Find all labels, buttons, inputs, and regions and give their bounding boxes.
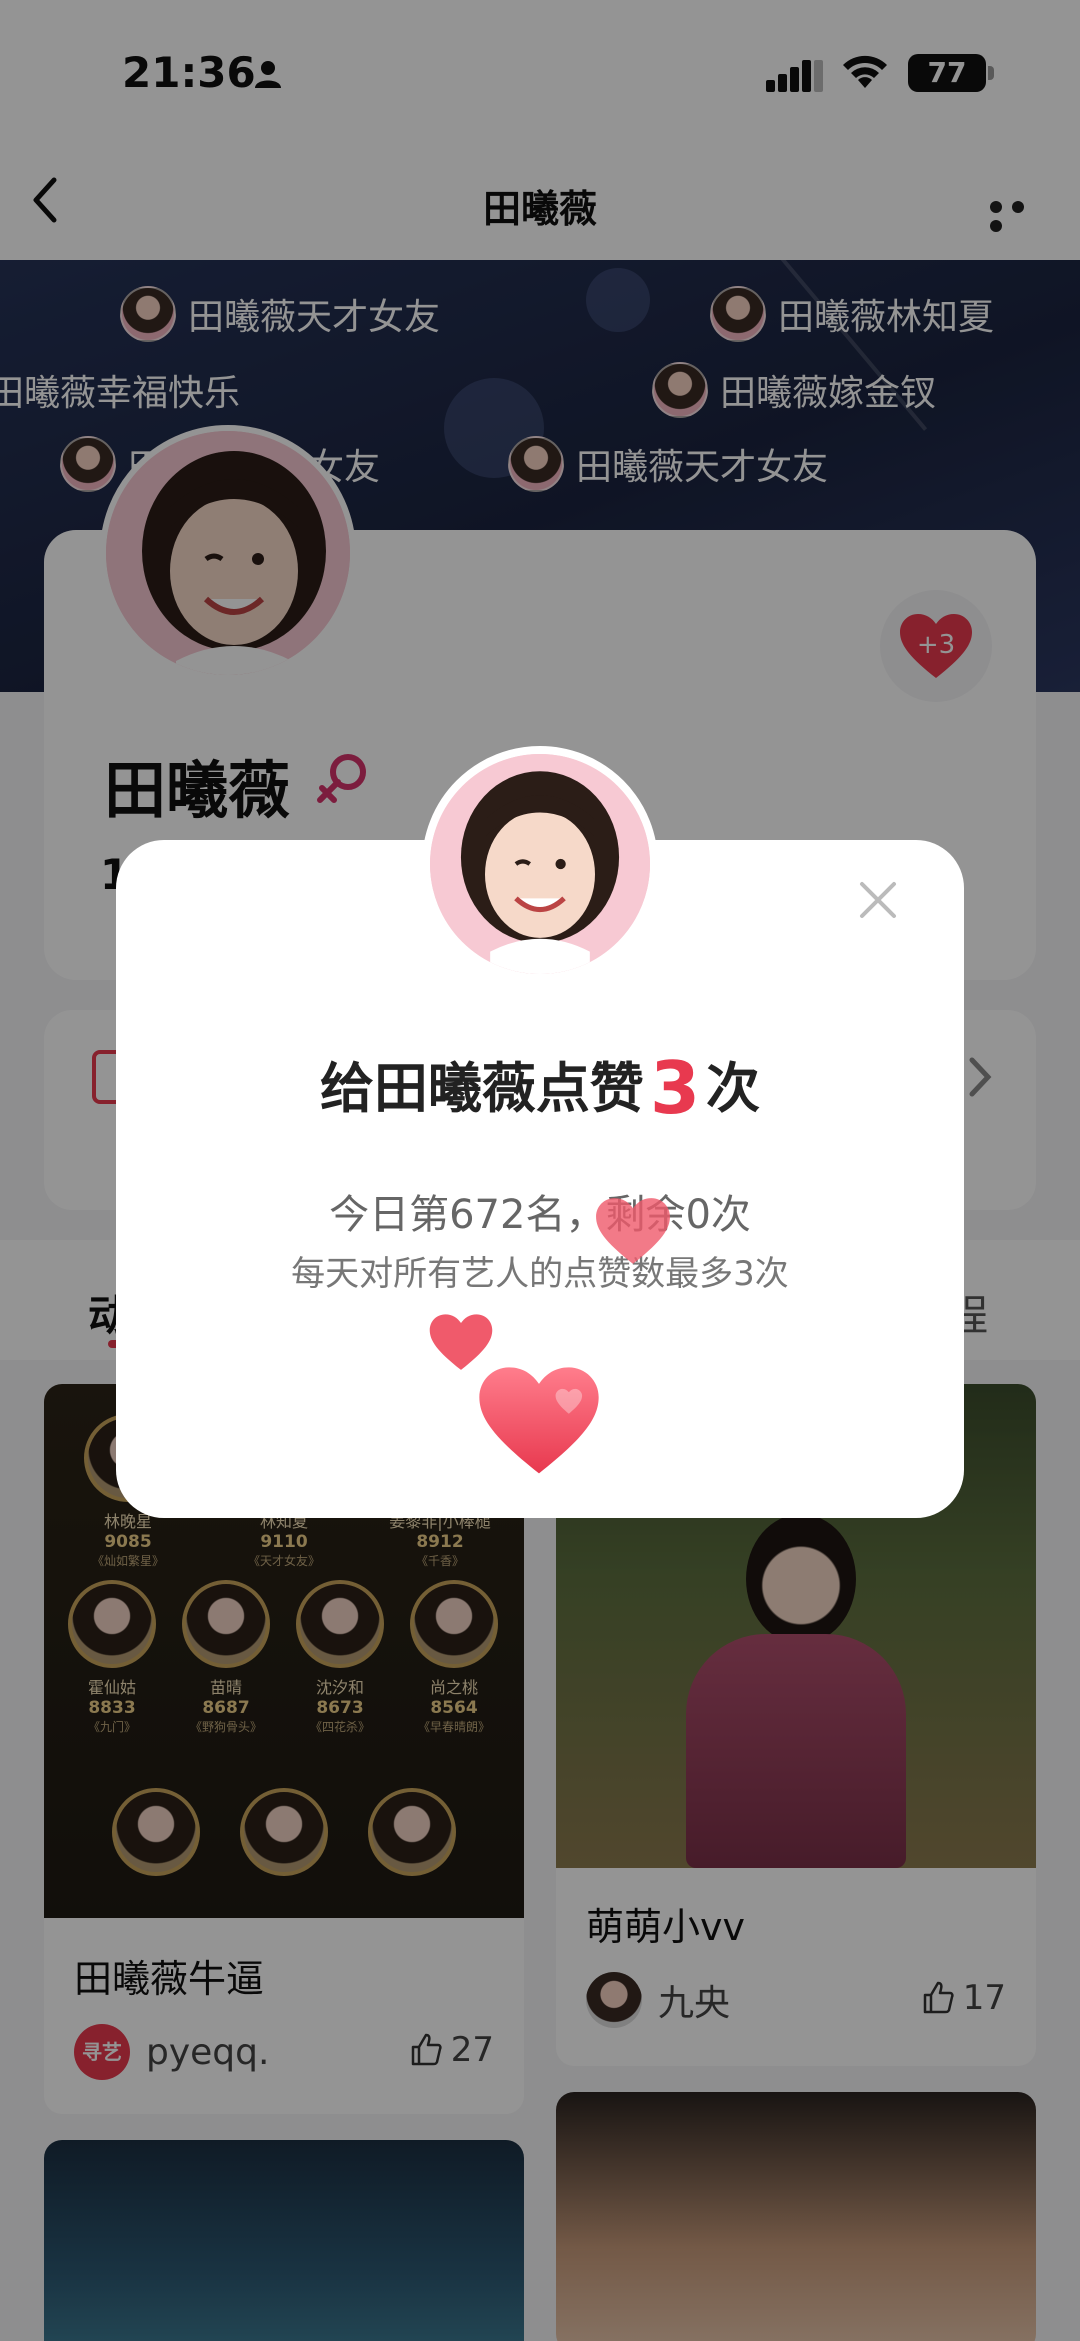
dialog-limit-text: 每天对所有艺人的点赞数最多3次 (291, 1254, 789, 1294)
dialog-title: 给田曦薇点赞3 次 (319, 1046, 761, 1130)
big-heart-icon (479, 1367, 599, 1474)
like-count-highlight: 3 (649, 1046, 701, 1130)
dialog-avatar (422, 746, 658, 982)
floating-heart-icon (596, 1198, 670, 1264)
avatar-illustration (430, 754, 650, 974)
close-icon[interactable] (858, 880, 898, 920)
dialog-rank-text: 今日第672名，剩余0次 (329, 1192, 751, 1238)
